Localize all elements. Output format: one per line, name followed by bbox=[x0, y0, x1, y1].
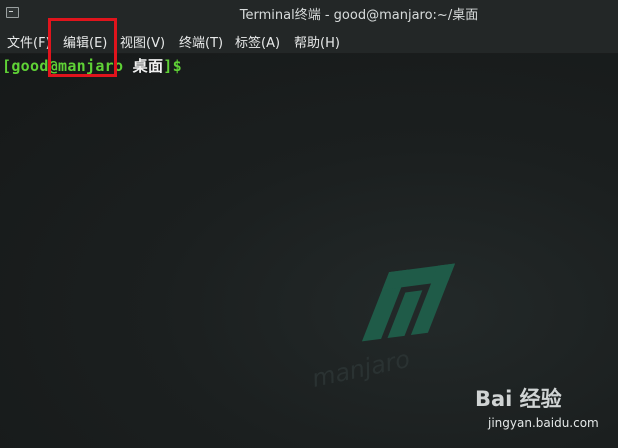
watermark-url: jingyan.baidu.com bbox=[488, 416, 599, 430]
menu-view[interactable]: 视图(V) bbox=[120, 32, 165, 51]
menu-help[interactable]: 帮助(H) bbox=[294, 32, 340, 51]
menu-file[interactable]: 文件(F) bbox=[7, 32, 51, 51]
wallpaper-brand-text: manjaro bbox=[309, 345, 412, 393]
prompt-open-bracket: [ bbox=[2, 57, 12, 75]
manjaro-logo-icon: manjaro bbox=[309, 263, 456, 393]
watermark-brand: Bai 经验 bbox=[475, 387, 562, 411]
menu-terminal[interactable]: 终端(T) bbox=[179, 32, 223, 51]
prompt-cwd: 桌面 bbox=[132, 57, 164, 75]
prompt-close: ]$ bbox=[163, 57, 182, 75]
menu-tabs[interactable]: 标签(A) bbox=[235, 32, 280, 51]
highlight-box bbox=[48, 18, 117, 77]
